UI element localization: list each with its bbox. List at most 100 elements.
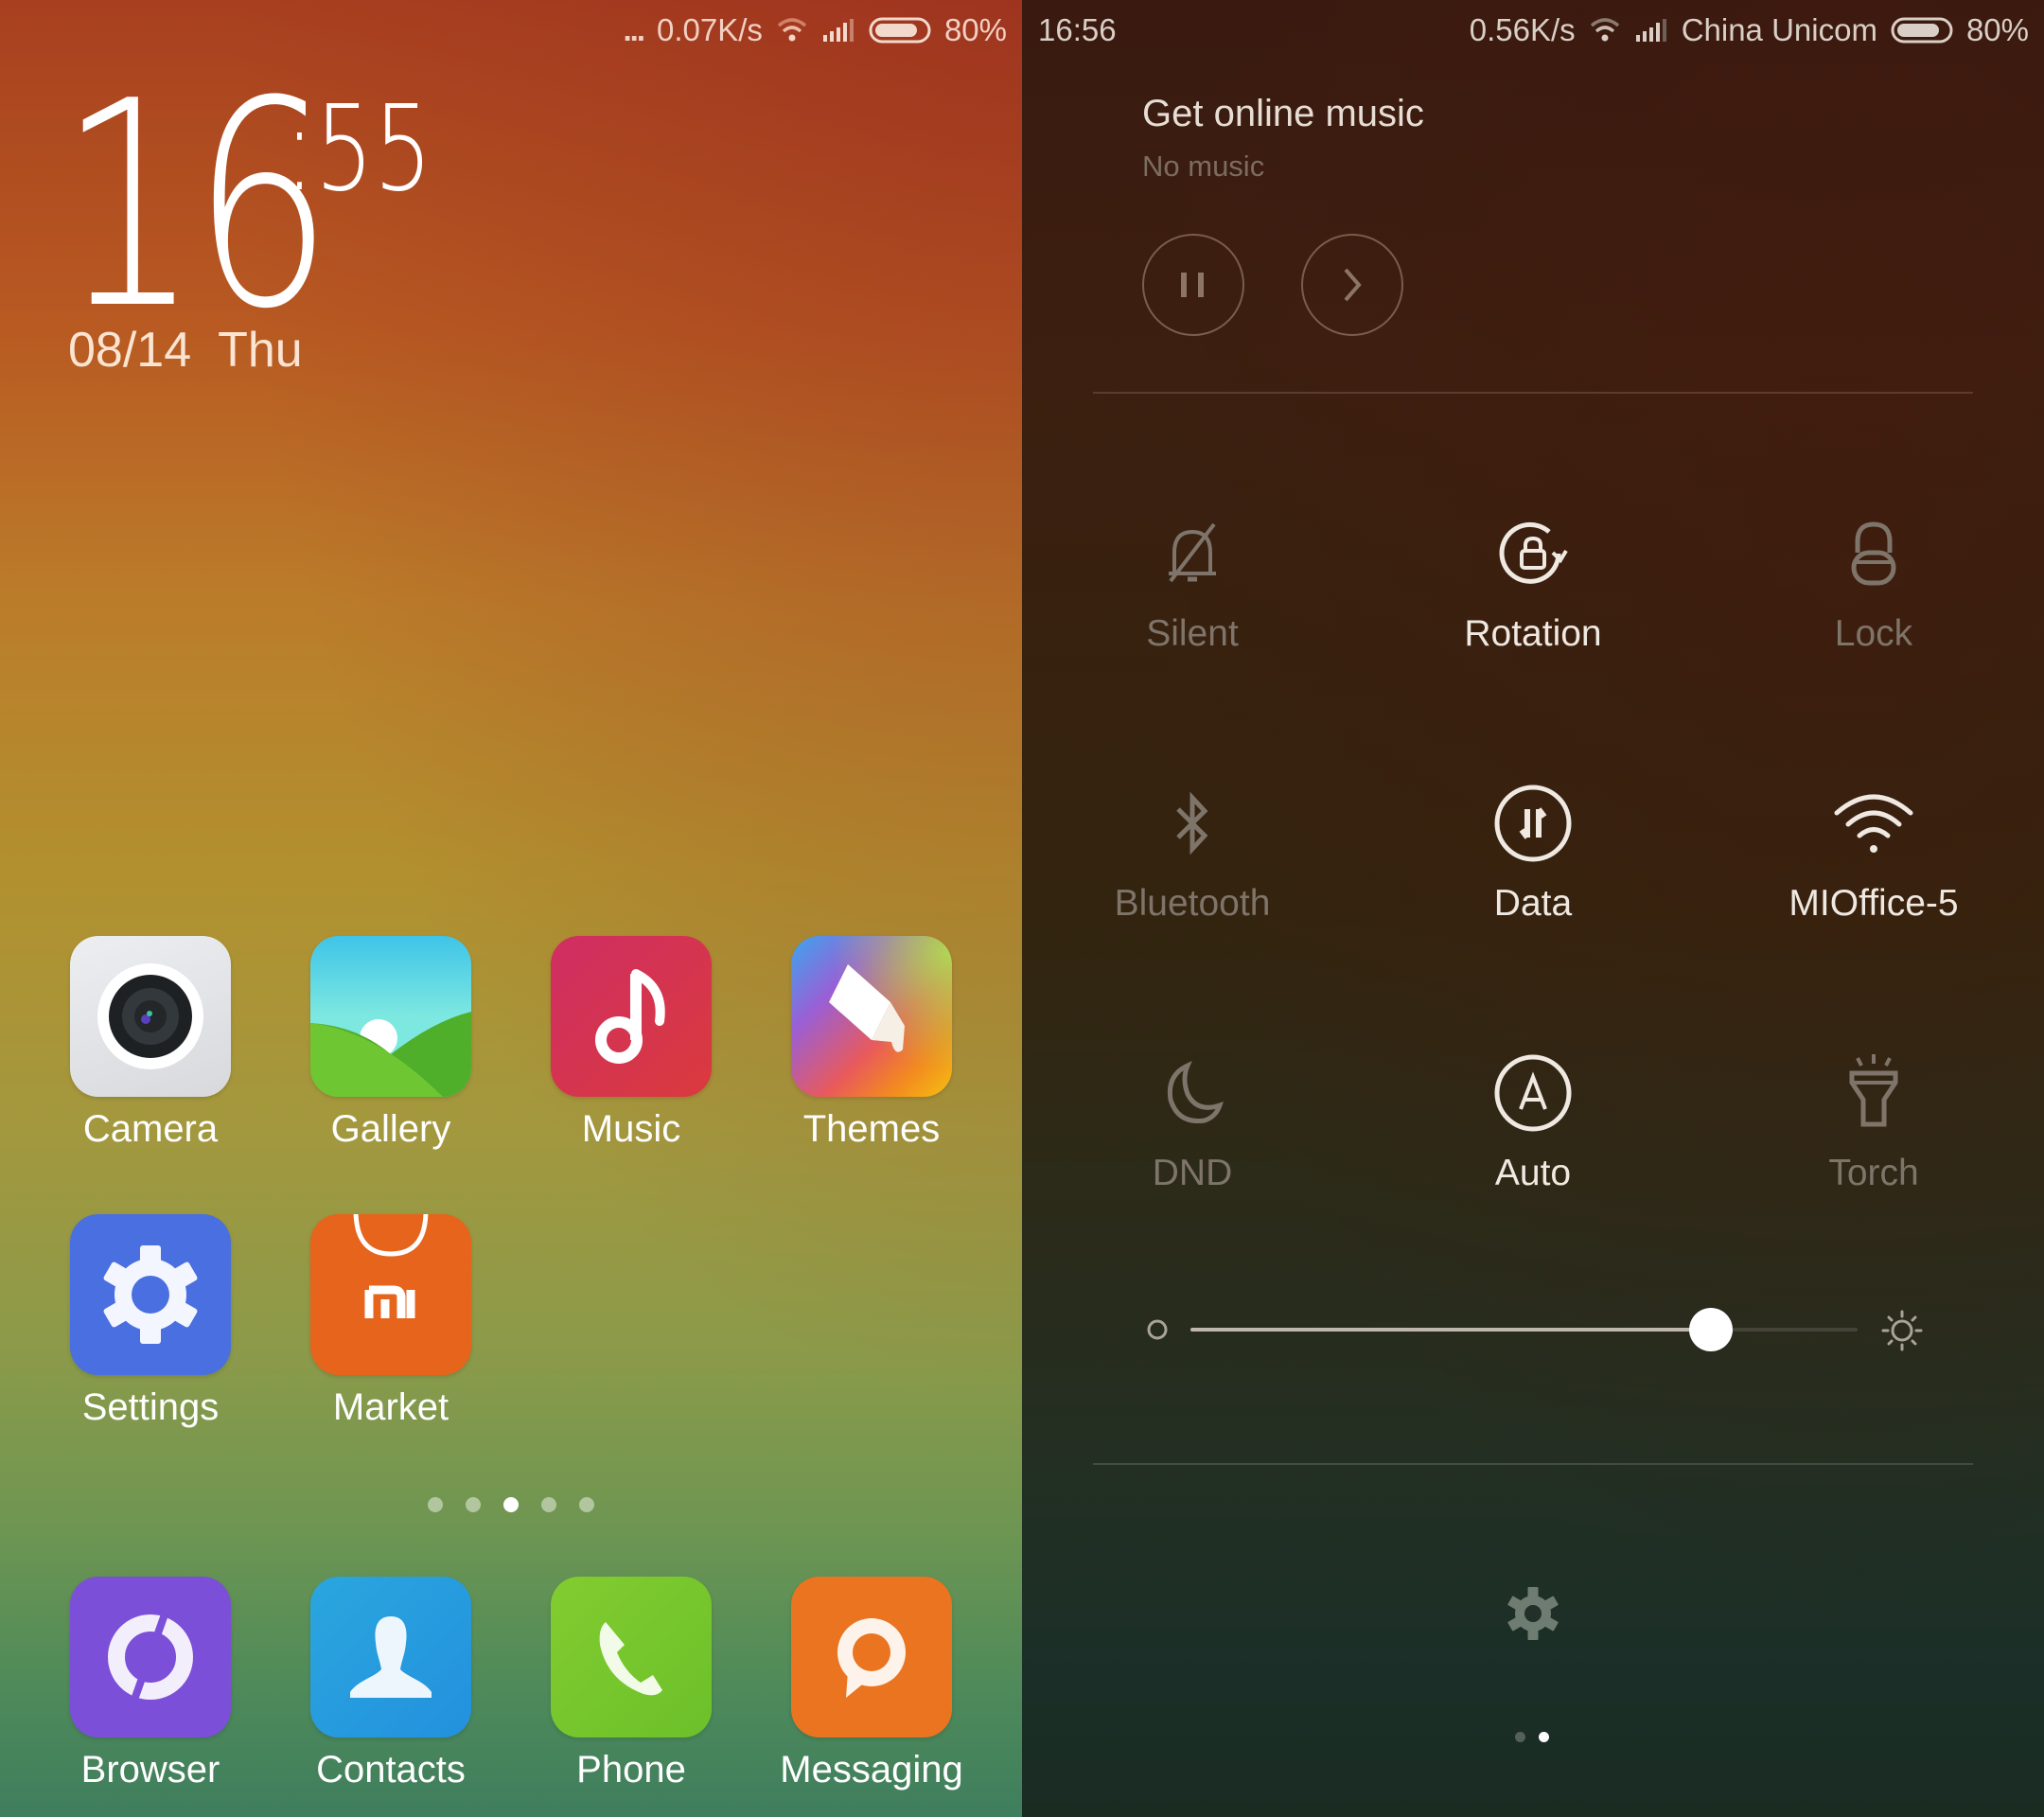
app-label: Settings: [81, 1386, 220, 1428]
music-subtitle: No music: [1142, 150, 1265, 183]
app-label: Phone: [576, 1749, 686, 1791]
app-music[interactable]: Music: [522, 936, 740, 1151]
bell-off-icon: [1169, 522, 1216, 583]
carrier-name: China Unicom: [1681, 12, 1877, 47]
toggle-torch[interactable]: Torch: [1703, 1050, 2044, 1194]
dock-browser[interactable]: Browser: [42, 1577, 259, 1791]
brightness-slider[interactable]: [1190, 1306, 1858, 1353]
battery-icon: [1891, 17, 1953, 44]
contacts-icon: [310, 1577, 471, 1738]
toggle-label: Auto: [1494, 1153, 1572, 1193]
battery-percent: 80%: [943, 12, 1007, 47]
toggle-label: Rotation: [1464, 613, 1602, 654]
app-gallery[interactable]: Gallery: [282, 936, 500, 1151]
gallery-icon: [310, 936, 471, 1097]
toggle-label: Bluetooth: [1114, 883, 1271, 924]
dock-contacts[interactable]: Contacts: [282, 1577, 500, 1791]
lock-icon: [1851, 521, 1896, 586]
rotation-lock-icon: [1499, 521, 1568, 584]
net-speed: 0.07K/s: [657, 12, 763, 47]
page-dot-active[interactable]: [503, 1497, 519, 1512]
wifi-icon: [1834, 794, 1913, 853]
toggle-lock[interactable]: Lock: [1703, 511, 2044, 655]
market-icon: [310, 1214, 471, 1375]
app-label: Music: [581, 1108, 681, 1150]
bluetooth-icon: [1176, 791, 1208, 856]
notification-dots: ...: [623, 12, 645, 47]
page-dot[interactable]: [579, 1497, 594, 1512]
page-dot[interactable]: [541, 1497, 556, 1512]
home-screen: ... 0.07K/s 80% 16 :55 08/14 Thu Camera …: [0, 0, 1022, 1817]
pause-icon: [1181, 273, 1204, 297]
shade-status-time: 16:56: [1038, 9, 1117, 51]
signal-icon: [821, 18, 855, 43]
app-label: Gallery: [330, 1108, 451, 1150]
dock-messaging[interactable]: Messaging: [763, 1577, 980, 1791]
toggle-silent[interactable]: Silent: [1022, 511, 1363, 655]
torch-icon: [1849, 1054, 1898, 1127]
shade-page-indicator[interactable]: [1515, 1732, 1549, 1742]
toggle-auto-brightness[interactable]: Auto: [1363, 1050, 1703, 1194]
moon-icon: [1167, 1061, 1224, 1124]
slider-handle[interactable]: [1688, 1308, 1733, 1351]
toggle-bluetooth[interactable]: Bluetooth: [1022, 781, 1363, 925]
toggle-wifi[interactable]: MIOffice-5: [1703, 781, 2044, 925]
signal-icon: [1634, 18, 1668, 43]
settings-icon: [70, 1214, 231, 1375]
app-label: Contacts: [316, 1749, 466, 1791]
themes-icon: [791, 936, 952, 1097]
wifi-icon: [776, 16, 808, 44]
next-button[interactable]: [1301, 234, 1403, 336]
music-title[interactable]: Get online music: [1142, 93, 1424, 135]
app-label: Browser: [80, 1749, 220, 1791]
wifi-icon: [1589, 16, 1621, 44]
auto-brightness-icon: [1494, 1054, 1572, 1132]
browser-icon: [70, 1577, 231, 1738]
app-label: Themes: [802, 1108, 941, 1150]
gear-icon: [1507, 1587, 1559, 1640]
app-label: Market: [332, 1386, 449, 1428]
notification-shade: 16:56 0.56K/s China Unicom 80% Get onlin…: [1022, 0, 2044, 1817]
data-icon: [1494, 785, 1572, 862]
home-status-bar: ... 0.07K/s 80%: [624, 9, 1008, 51]
messaging-icon: [791, 1577, 952, 1738]
status-time: 16:56: [1038, 12, 1117, 47]
toggle-label: DND: [1152, 1153, 1233, 1193]
music-icon: [551, 936, 712, 1097]
shade-status-bar: 0.56K/s China Unicom 80%: [1470, 9, 2029, 51]
brightness-high-icon: [1880, 1309, 1924, 1357]
slider-fill: [1190, 1328, 1711, 1332]
app-themes[interactable]: Themes: [763, 936, 980, 1151]
toggle-label: Data: [1493, 883, 1573, 924]
brightness-low-icon: [1145, 1317, 1170, 1347]
toggle-dnd[interactable]: DND: [1022, 1050, 1363, 1194]
music-divider: [1093, 392, 1973, 394]
toggle-label: Silent: [1146, 613, 1239, 654]
toggle-label: MIOffice-5: [1788, 883, 1959, 924]
battery-icon: [869, 17, 931, 44]
pause-button[interactable]: [1142, 234, 1244, 336]
toggle-label: Torch: [1828, 1153, 1919, 1193]
camera-icon: [70, 936, 231, 1097]
page-dot[interactable]: [1515, 1732, 1525, 1742]
toggle-label: Lock: [1834, 613, 1913, 654]
settings-button[interactable]: [1505, 1585, 1561, 1647]
page-dot[interactable]: [466, 1497, 481, 1512]
app-label: Messaging: [780, 1749, 963, 1791]
toggles-divider: [1093, 1463, 1973, 1465]
clock-minute[interactable]: :55: [284, 90, 432, 208]
page-dot[interactable]: [428, 1497, 443, 1512]
dock-phone[interactable]: Phone: [522, 1577, 740, 1791]
app-market[interactable]: Market: [282, 1214, 500, 1429]
page-dot-active[interactable]: [1539, 1732, 1549, 1742]
date-label[interactable]: 08/14 Thu: [68, 322, 303, 379]
chevron-right-icon: [1344, 268, 1362, 302]
home-page-indicator[interactable]: [428, 1497, 594, 1512]
app-settings[interactable]: Settings: [42, 1214, 259, 1429]
net-speed: 0.56K/s: [1469, 12, 1576, 47]
battery-percent: 80%: [1965, 12, 2029, 47]
toggle-data[interactable]: Data: [1363, 781, 1703, 925]
app-label: Camera: [82, 1108, 219, 1150]
app-camera[interactable]: Camera: [42, 936, 259, 1151]
toggle-rotation[interactable]: Rotation: [1363, 511, 1703, 655]
